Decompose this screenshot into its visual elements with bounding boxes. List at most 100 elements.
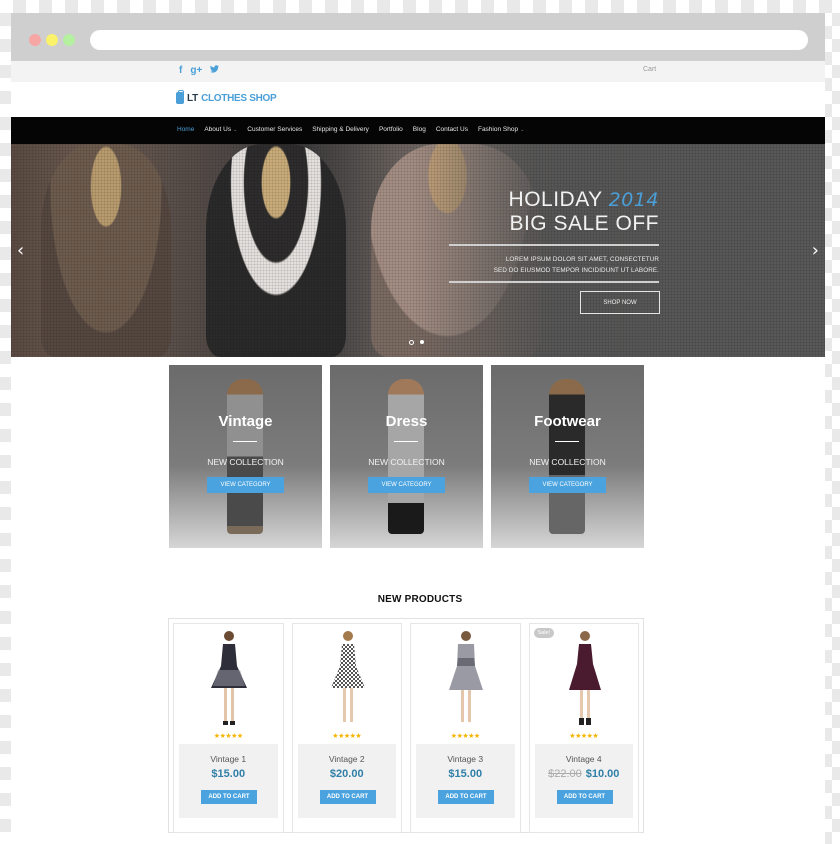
category-subtitle: NEW COLLECTION — [207, 457, 284, 467]
nav-item-shipping-delivery[interactable]: Shipping & Delivery — [312, 126, 369, 133]
nav-label: Portfolio — [378, 126, 403, 133]
chevron-right-icon[interactable]: › — [812, 240, 819, 261]
cart-link[interactable]: Cart — [643, 66, 656, 73]
category-card-vintage[interactable]: Vintage NEW COLLECTION VIEW CATEGORY — [169, 365, 322, 548]
nav-label: Contact Us — [435, 126, 468, 133]
nav-item-blog[interactable]: Blog — [413, 126, 426, 133]
product-price: $15.00 — [416, 768, 515, 780]
category-title: Vintage — [218, 413, 273, 430]
product-info: Vintage 4 $22.00 $10.00 ADD TO CART — [534, 744, 634, 818]
product-info: Vintage 1 $15.00 ADD TO CART — [179, 744, 278, 818]
category-card-footwear[interactable]: Footwear NEW COLLECTION VIEW CATEGORY — [491, 365, 644, 548]
twitter-icon[interactable] — [210, 65, 220, 76]
close-window-button[interactable] — [29, 34, 41, 46]
hero-description-line: LOREM IPSUM DOLOR SIT AMET, CONSECTETUR — [505, 256, 659, 263]
product-image[interactable] — [325, 628, 371, 732]
product-price: $20.00 — [298, 768, 397, 780]
product-price: $22.00 $10.00 — [535, 768, 634, 780]
category-title: Dress — [385, 413, 428, 430]
add-to-cart-button[interactable]: ADD TO CART — [201, 790, 257, 804]
top-bar: f g+ Cart — [11, 61, 825, 82]
category-banners: Vintage NEW COLLECTION VIEW CATEGORY Dre… — [169, 365, 644, 548]
hero-description-line: SED DO EIUSMOD TEMPOR INCIDIDUNT UT LABO… — [493, 267, 659, 274]
nav-label: Customer Services — [247, 126, 303, 133]
product-name[interactable]: Vintage 3 — [416, 754, 515, 764]
nav-item-about-us[interactable]: About Us ⌄ — [204, 126, 237, 133]
view-category-button[interactable]: VIEW CATEGORY — [207, 477, 284, 493]
nav-item-fashion-shop[interactable]: Fashion Shop ⌄ — [478, 126, 524, 133]
logo-bar: LT CLOTHES SHOP — [11, 82, 825, 117]
view-category-button[interactable]: VIEW CATEGORY — [368, 477, 445, 493]
product-name[interactable]: Vintage 2 — [298, 754, 397, 764]
category-divider — [233, 441, 257, 442]
product-image[interactable] — [562, 628, 608, 732]
main-nav: Home About Us ⌄ Customer Services Shippin… — [11, 117, 825, 144]
social-links: f g+ — [179, 65, 220, 76]
nav-label: Shipping & Delivery — [312, 126, 369, 133]
product-info: Vintage 2 $20.00 ADD TO CART — [297, 744, 397, 818]
nav-label: Fashion Shop — [477, 126, 519, 133]
sale-badge: Sale! — [533, 628, 555, 638]
address-bar[interactable] — [90, 30, 808, 50]
nav-item-contact-us[interactable]: Contact Us — [436, 126, 468, 133]
chevron-down-icon: ⌄ — [520, 127, 525, 133]
hero-slider: HOLIDAY 2014 BIG SALE OFF LOREM IPSUM DO… — [11, 144, 825, 357]
new-products-heading: NEW PRODUCTS — [377, 594, 463, 605]
hero-line1: HOLIDAY — [508, 188, 603, 211]
rating-stars: ★★★★★ — [569, 733, 599, 740]
hero-model-image — [206, 144, 346, 357]
rating-stars: ★★★★★ — [450, 733, 480, 740]
slider-dot[interactable] — [420, 340, 424, 344]
hero-model-image — [41, 144, 171, 357]
current-price: $20.00 — [329, 768, 364, 780]
chevron-left-icon[interactable]: ‹ — [17, 240, 24, 261]
minimize-window-button[interactable] — [46, 34, 58, 46]
current-price: $15.00 — [448, 768, 483, 780]
product-name[interactable]: Vintage 4 — [535, 754, 634, 764]
category-title: Footwear — [534, 413, 601, 430]
hero-line2: BIG SALE OFF — [509, 212, 659, 235]
category-card-dress[interactable]: Dress NEW COLLECTION VIEW CATEGORY — [330, 365, 483, 548]
category-subtitle: NEW COLLECTION — [368, 457, 445, 467]
add-to-cart-button[interactable]: ADD TO CART — [556, 790, 613, 804]
product-card[interactable]: ★★★★★ Vintage 3 $15.00 ADD TO CART — [410, 623, 521, 833]
product-image[interactable] — [206, 628, 252, 732]
product-card[interactable]: ★★★★★ Vintage 1 $15.00 ADD TO CART — [173, 623, 284, 833]
view-category-button[interactable]: VIEW CATEGORY — [529, 477, 606, 493]
chevron-down-icon: ⌄ — [233, 127, 238, 133]
product-name[interactable]: Vintage 1 — [179, 754, 278, 764]
hero-overlay — [411, 144, 825, 357]
current-price: $15.00 — [211, 768, 246, 780]
nav-label: Blog — [412, 126, 426, 133]
current-price: $10.00 — [585, 768, 620, 780]
original-price: $22.00 — [548, 768, 582, 780]
slider-dot[interactable] — [409, 339, 414, 345]
hero-divider — [449, 244, 659, 246]
hero-headline: HOLIDAY 2014 BIG SALE OFF — [509, 188, 659, 236]
rating-stars: ★★★★★ — [332, 733, 362, 740]
maximize-window-button[interactable] — [63, 34, 75, 46]
hero-year: 2014 — [608, 189, 659, 211]
site-logo[interactable]: LT CLOTHES SHOP — [176, 90, 277, 104]
add-to-cart-button[interactable]: ADD TO CART — [319, 790, 376, 804]
browser-chrome — [11, 13, 825, 61]
product-image[interactable] — [443, 628, 489, 732]
facebook-icon[interactable]: f — [179, 65, 182, 76]
nav-item-customer-services[interactable]: Customer Services — [247, 126, 302, 133]
add-to-cart-button[interactable]: ADD TO CART — [438, 790, 494, 804]
nav-item-home[interactable]: Home — [177, 126, 194, 133]
google-plus-icon[interactable]: g+ — [190, 65, 202, 76]
nav-label: About Us — [204, 126, 232, 133]
shop-now-button[interactable]: SHOP NOW — [580, 291, 660, 314]
category-subtitle: NEW COLLECTION — [529, 457, 606, 467]
rating-stars: ★★★★★ — [213, 733, 243, 740]
nav-item-portfolio[interactable]: Portfolio — [379, 126, 403, 133]
category-divider — [555, 441, 579, 442]
shopping-bag-icon — [176, 90, 184, 104]
product-card[interactable]: ★★★★★ Vintage 2 $20.00 ADD TO CART — [291, 623, 402, 833]
category-divider — [394, 441, 418, 442]
hero-divider — [449, 281, 659, 283]
slider-pagination — [409, 339, 424, 345]
product-info: Vintage 3 $15.00 ADD TO CART — [416, 744, 515, 818]
product-card[interactable]: Sale! ★★★★★ Vintage 4 $22.00 $10.00 ADD T… — [528, 623, 639, 833]
